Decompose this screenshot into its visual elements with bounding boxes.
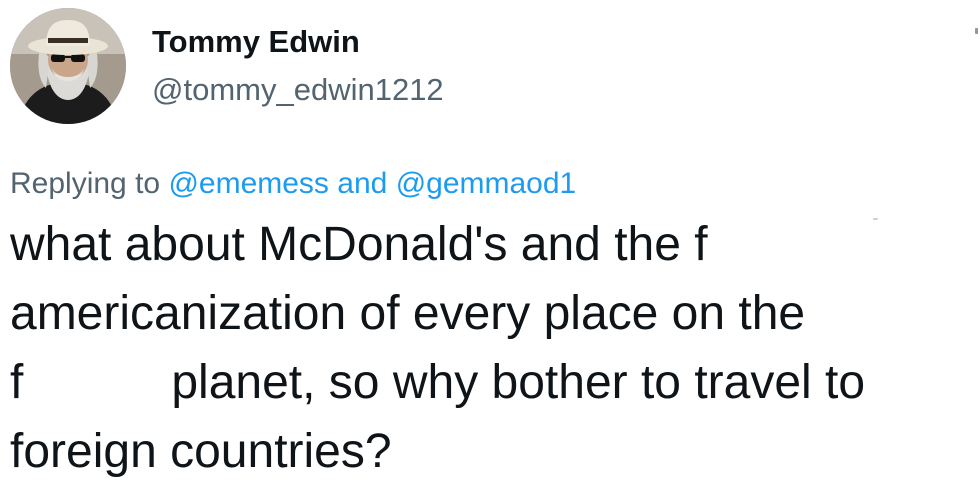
more-options-icon[interactable] (975, 28, 978, 34)
replying-to-label: Replying to (10, 167, 161, 200)
mention-gemmaod1[interactable]: @gemmaod1 (396, 167, 577, 200)
user-avatar-icon (10, 8, 126, 124)
tweet-card: Tommy Edwin @tommy_edwin1212 Replying to… (0, 0, 980, 490)
author-avatar[interactable] (10, 8, 126, 124)
tweet-line-4: foreign countries? (10, 425, 392, 478)
author-handle[interactable]: @tommy_edwin1212 (152, 68, 444, 112)
tweet-line-3: f planet, so why bother to travel to (10, 348, 970, 417)
author-display-name[interactable]: Tommy Edwin (152, 22, 360, 62)
mention-joiner: and (337, 167, 388, 200)
tweet-line-3-start: f (10, 356, 24, 409)
tweet-line-1: what about McDonald's and the f (10, 218, 708, 271)
mention-ememess[interactable]: @ememess (168, 167, 329, 200)
replying-to: Replying to @ememess and @gemmaod1 (10, 162, 576, 206)
tweet-line-2: americanization of every place on the (10, 287, 806, 340)
tweet-text: what about McDonald's and the f american… (10, 210, 970, 486)
tweet-line-3-end: planet, so why bother to travel to (171, 356, 866, 409)
